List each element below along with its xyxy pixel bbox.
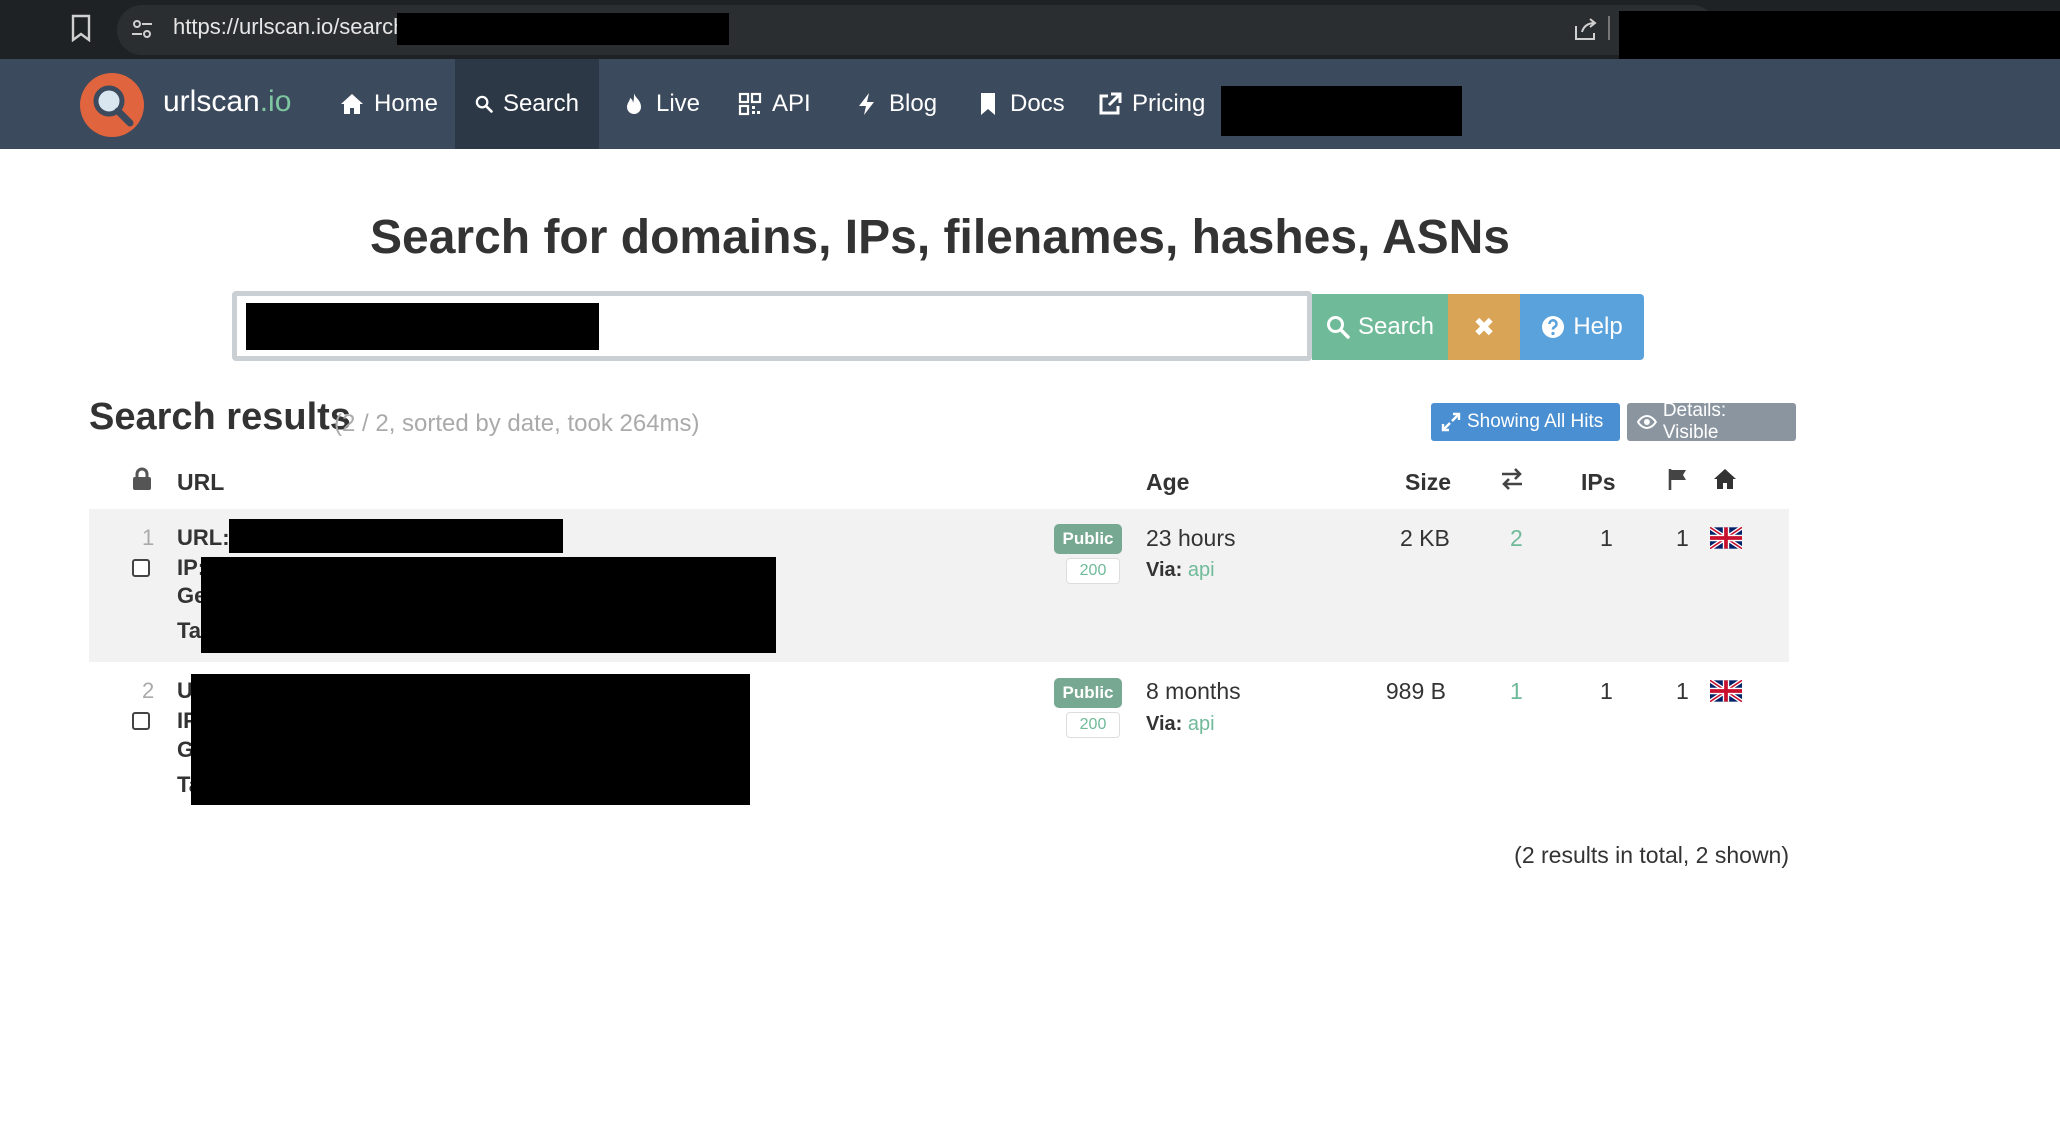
brand-name[interactable]: urlscan.io	[163, 85, 291, 119]
ips-value: 1	[1600, 525, 1613, 551]
address-url[interactable]: https://urlscan.io/search/	[173, 14, 411, 40]
size-value: 989 B	[1385, 678, 1446, 704]
visibility-badge: Public	[1054, 678, 1122, 708]
close-icon: ✖	[1473, 311, 1495, 342]
nav-live-label: Live	[656, 90, 701, 117]
nav-home-label: Home	[374, 90, 439, 117]
bolt-icon	[859, 93, 874, 115]
brand-tld: .io	[259, 85, 292, 118]
countries-value: 1	[1676, 678, 1689, 704]
row-checkbox[interactable]	[132, 712, 150, 730]
column-ips[interactable]: IPs	[1581, 469, 1616, 496]
via-info: Via: api	[1146, 559, 1215, 582]
nav-pricing-label: Pricing	[1132, 90, 1206, 117]
exchange-icon	[1502, 468, 1522, 490]
url-label: URL:	[177, 525, 230, 550]
redacted-block	[201, 557, 776, 653]
nav-pricing[interactable]: Pricing	[1086, 59, 1217, 149]
lock-icon	[133, 467, 151, 490]
browser-toolbar: https://urlscan.io/search/	[0, 0, 2060, 59]
tags-label: Ta	[177, 618, 202, 643]
clear-button[interactable]: ✖	[1448, 294, 1520, 360]
via-info: Via: api	[1146, 713, 1215, 736]
column-url[interactable]: URL	[177, 469, 224, 496]
share-icon[interactable]	[1572, 16, 1598, 42]
toolbar-divider	[1608, 16, 1610, 40]
details-visible-label: Details: Visible	[1662, 400, 1727, 443]
redacted-block	[191, 674, 750, 805]
expand-icon	[1441, 412, 1461, 432]
via-link[interactable]: api	[1188, 559, 1215, 581]
bookmark-icon[interactable]	[70, 14, 92, 42]
site-navbar: urlscan.io Home Search Live API Blog Doc…	[0, 59, 2060, 149]
nav-blog[interactable]: Blog	[843, 59, 949, 149]
uk-flag-icon	[1710, 680, 1742, 702]
visibility-badge: Public	[1054, 524, 1122, 554]
age-value: 8 months	[1146, 678, 1241, 704]
eye-icon	[1637, 415, 1657, 429]
fire-icon	[627, 93, 641, 114]
brand-text: urlscan	[163, 85, 260, 118]
site-settings-icon[interactable]	[130, 17, 154, 41]
requests-link[interactable]: 2	[1510, 525, 1523, 552]
age-value: 23 hours	[1146, 525, 1236, 551]
column-age[interactable]: Age	[1146, 469, 1189, 496]
redacted-block	[246, 303, 599, 350]
via-label: Via:	[1146, 559, 1183, 581]
help-button[interactable]: Help	[1520, 294, 1644, 360]
redacted-block	[229, 519, 563, 553]
countries-value: 1	[1676, 525, 1689, 551]
nav-blog-label: Blog	[889, 90, 938, 117]
showing-all-hits-label: Showing All Hits	[1467, 411, 1604, 432]
redacted-block	[1619, 11, 2060, 59]
redacted-block	[397, 13, 729, 45]
via-label: Via:	[1146, 713, 1183, 735]
details-visible-button[interactable]: Details: Visible	[1627, 400, 1796, 443]
help-button-label: Help	[1573, 313, 1623, 340]
nav-live[interactable]: Live	[610, 59, 712, 149]
nav-docs[interactable]: Docs	[964, 59, 1077, 149]
nav-docs-label: Docs	[1010, 90, 1065, 117]
question-circle-icon	[1542, 316, 1565, 338]
search-button-label: Search	[1357, 313, 1435, 340]
requests-link[interactable]: 1	[1510, 678, 1523, 705]
column-size[interactable]: Size	[1405, 469, 1451, 496]
results-total: (2 results in total, 2 shown)	[1514, 842, 1789, 868]
nav-api[interactable]: API	[726, 59, 823, 149]
bookmark-icon	[981, 93, 995, 115]
qrcode-icon	[738, 92, 762, 116]
nav-api-label: API	[772, 90, 811, 117]
page-title: Search for domains, IPs, filenames, hash…	[370, 211, 1510, 264]
row-checkbox[interactable]	[132, 559, 150, 577]
external-link-icon	[1099, 92, 1122, 115]
nav-search-label: Search	[502, 90, 579, 117]
ips-value: 1	[1600, 678, 1613, 704]
uk-flag-icon	[1710, 527, 1742, 549]
home-icon	[1714, 469, 1736, 489]
results-title: Search results	[89, 396, 351, 438]
size-value: 2 KB	[1400, 525, 1450, 551]
home-icon	[341, 94, 363, 114]
search-icon	[475, 95, 493, 113]
status-badge: 200	[1066, 712, 1120, 738]
results-summary: (2 / 2, sorted by date, took 264ms)	[334, 410, 700, 437]
search-icon	[1326, 316, 1350, 339]
row-number: 1	[142, 525, 155, 550]
search-button[interactable]: Search	[1312, 294, 1448, 360]
logo[interactable]	[80, 73, 144, 137]
status-badge: 200	[1066, 558, 1120, 584]
nav-home[interactable]: Home	[328, 59, 450, 149]
nav-search[interactable]: Search	[455, 59, 599, 149]
via-link[interactable]: api	[1188, 713, 1215, 735]
showing-all-hits-button[interactable]: Showing All Hits	[1431, 403, 1620, 441]
redacted-block	[1221, 86, 1462, 136]
row-number: 2	[142, 678, 155, 703]
flag-icon	[1668, 469, 1686, 490]
magnifier-icon	[93, 85, 134, 127]
